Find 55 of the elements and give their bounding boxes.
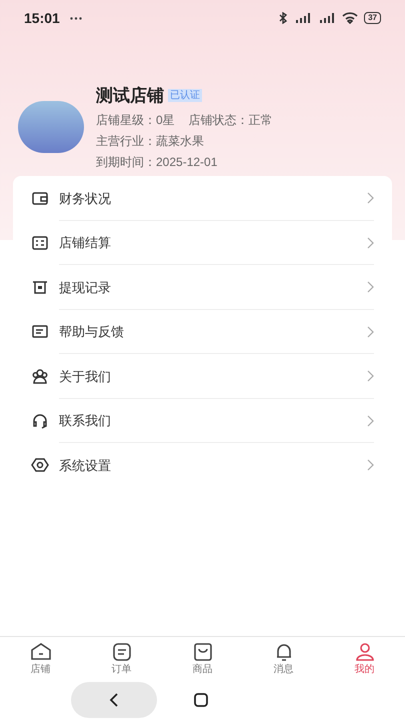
bag-icon	[192, 641, 214, 663]
tab-bar-item[interactable]: 消息	[243, 637, 324, 680]
tab-label: 订单	[112, 664, 132, 676]
menu-item[interactable]: 提现记录	[31, 265, 374, 310]
home-button[interactable]	[194, 693, 208, 707]
menu-item[interactable]: 关于我们	[31, 354, 374, 398]
chevron-right-icon	[367, 326, 374, 338]
chevron-right-icon	[367, 370, 374, 382]
tab-label: 我的	[354, 664, 374, 676]
tab-bar-item[interactable]: 订单	[81, 637, 162, 680]
menu-label: 关于我们	[59, 368, 111, 386]
back-icon	[109, 693, 119, 707]
chevron-right-icon	[367, 236, 374, 249]
tab-label: 商品	[192, 664, 212, 676]
shop-name: 测试店铺	[96, 84, 164, 107]
message-icon	[31, 322, 49, 341]
battery-icon: 37	[364, 12, 381, 24]
shop-rating: 店铺星级：0星	[96, 112, 175, 130]
menu-label: 提现记录	[59, 278, 111, 296]
menu-label: 系统设置	[59, 456, 111, 474]
menu-label: 帮助与反馈	[59, 323, 124, 341]
status-time: 15:01	[24, 8, 60, 28]
settings-icon	[31, 456, 49, 474]
wifi-icon	[342, 12, 358, 24]
menu-label: 店铺结算	[59, 234, 111, 252]
chevron-right-icon	[367, 281, 374, 294]
document-icon	[110, 641, 132, 663]
verified-badge: 已认证	[168, 89, 202, 102]
menu-item[interactable]: 店铺结算	[31, 220, 374, 265]
main-industry: 主营行业：蔬菜水果	[96, 133, 205, 150]
group-icon	[31, 367, 49, 386]
tab-bar-item[interactable]: 我的	[324, 637, 405, 680]
tab-bar-item[interactable]: 商品	[162, 637, 243, 680]
menu-label: 联系我们	[59, 412, 111, 430]
more-icon	[70, 16, 82, 20]
shop-status: 店铺状态：正常	[188, 112, 273, 130]
menu-item[interactable]: 财务状况	[31, 176, 374, 220]
menu-item[interactable]: 帮助与反馈	[31, 310, 374, 354]
expiry-date: 到期时间：2025-12-01	[96, 154, 218, 172]
card-icon	[31, 234, 49, 252]
signal-icon	[318, 13, 336, 23]
headset-icon	[31, 412, 49, 430]
tab-bar-item[interactable]: 店铺	[0, 637, 81, 680]
bluetooth-icon	[278, 12, 288, 24]
person-icon	[354, 641, 376, 663]
chevron-right-icon	[367, 459, 374, 472]
menu-item[interactable]: 系统设置	[31, 443, 374, 488]
signal-icon	[294, 13, 312, 23]
house-icon	[30, 641, 52, 663]
tab-label: 消息	[274, 664, 294, 676]
menu-item[interactable]: 联系我们	[31, 398, 374, 443]
menu-label: 财务状况	[59, 190, 111, 208]
chevron-right-icon	[367, 192, 374, 204]
chevron-right-icon	[367, 414, 374, 427]
tab-label: 店铺	[30, 664, 50, 676]
